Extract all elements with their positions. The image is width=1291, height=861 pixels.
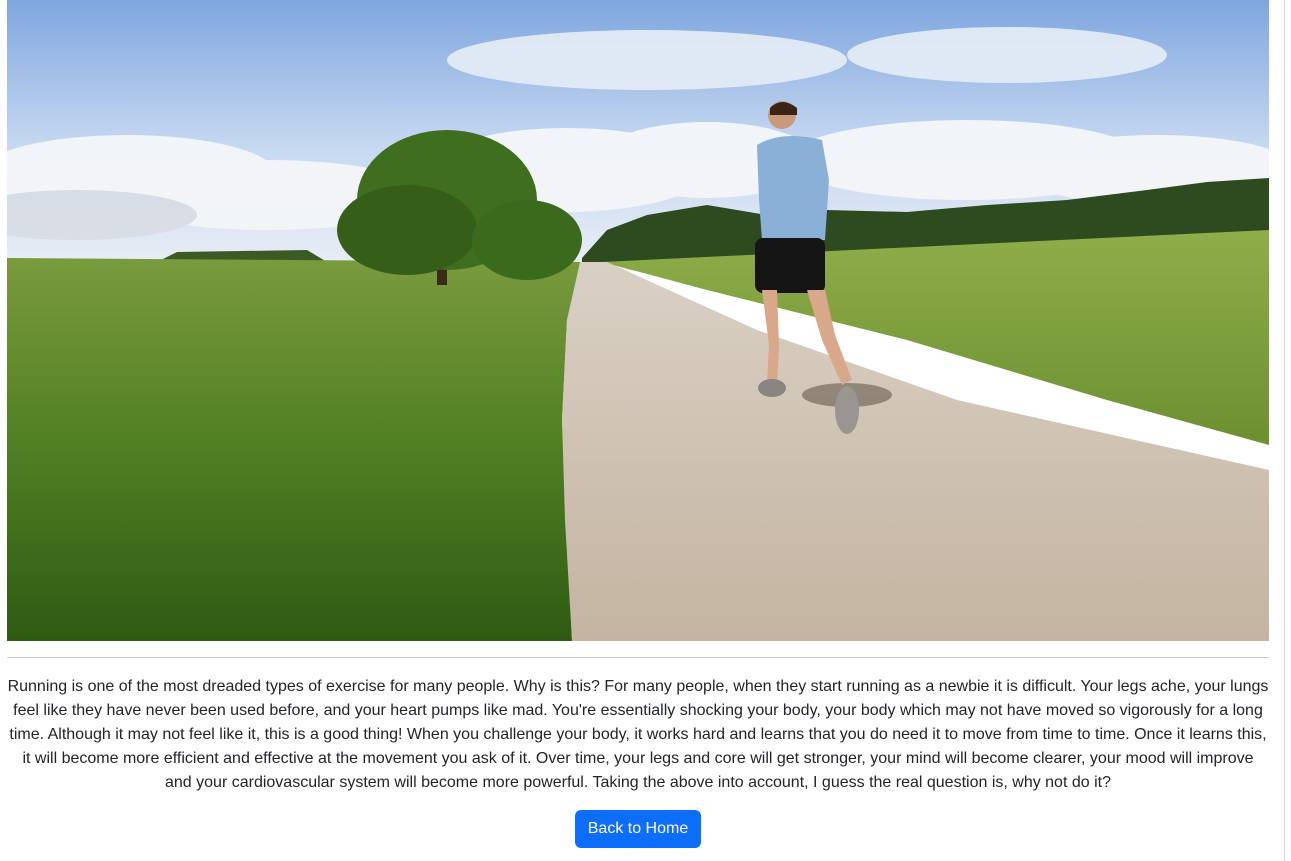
back-to-home-button[interactable]: Back to Home bbox=[575, 810, 701, 848]
article-body: Running is one of the most dreaded types… bbox=[7, 678, 1269, 791]
divider bbox=[7, 657, 1269, 658]
hero-image bbox=[7, 0, 1269, 641]
scrollbar[interactable] bbox=[1284, 0, 1291, 861]
article-page: Running is one of the most dreaded types… bbox=[0, 0, 1291, 861]
runner-on-country-road-photo bbox=[7, 0, 1269, 641]
left-grass bbox=[7, 258, 582, 641]
